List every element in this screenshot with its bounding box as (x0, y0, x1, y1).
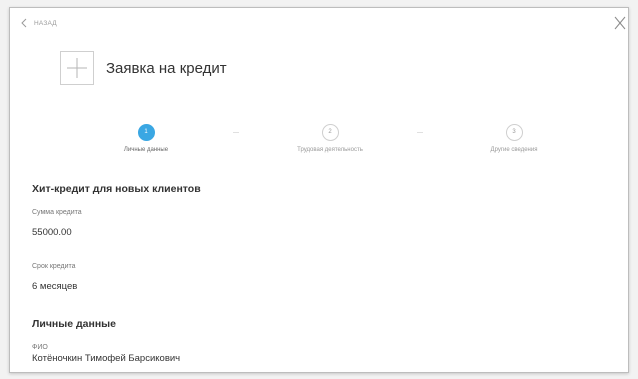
offer-title: Хит-кредит для новых клиентов (32, 183, 201, 195)
step-connector (417, 132, 423, 133)
step-other-info[interactable]: 3 Другие сведения (444, 124, 584, 153)
product-logo (60, 51, 94, 85)
loan-term-label: Срок кредита (32, 263, 76, 270)
page-title: Заявка на кредит (106, 59, 227, 77)
stepper: 1 Личные данные 2 Трудовая деятельность … (10, 124, 628, 164)
loan-term-value: 6 месяцев (32, 281, 78, 292)
full-name-label: ФИО (32, 344, 48, 351)
step-number: 2 (321, 124, 339, 141)
chevron-left-icon (21, 18, 27, 28)
back-link-label: НАЗАД (34, 19, 57, 27)
step-label: Другие сведения (490, 147, 538, 153)
loan-amount-label: Сумма кредита (32, 209, 82, 216)
page-header: Заявка на кредит (60, 51, 227, 85)
step-number: 3 (505, 124, 523, 141)
step-connector (233, 132, 239, 133)
step-label: Трудовая деятельность (297, 147, 363, 153)
step-employment[interactable]: 2 Трудовая деятельность (260, 124, 400, 153)
close-icon[interactable] (614, 16, 626, 30)
plus-icon (67, 58, 87, 78)
application-card: НАЗАД Заявка на кредит 1 Личные данные 2… (9, 7, 629, 373)
step-label: Личные данные (123, 147, 169, 153)
loan-amount-value: 55000.00 (32, 227, 72, 238)
back-link[interactable]: НАЗАД (20, 18, 57, 28)
step-number: 1 (137, 124, 155, 141)
step-personal-data[interactable]: 1 Личные данные (76, 124, 216, 153)
full-name-value: Котёночкин Тимофей Барсикович (32, 353, 181, 364)
personal-data-title: Личные данные (32, 318, 116, 330)
